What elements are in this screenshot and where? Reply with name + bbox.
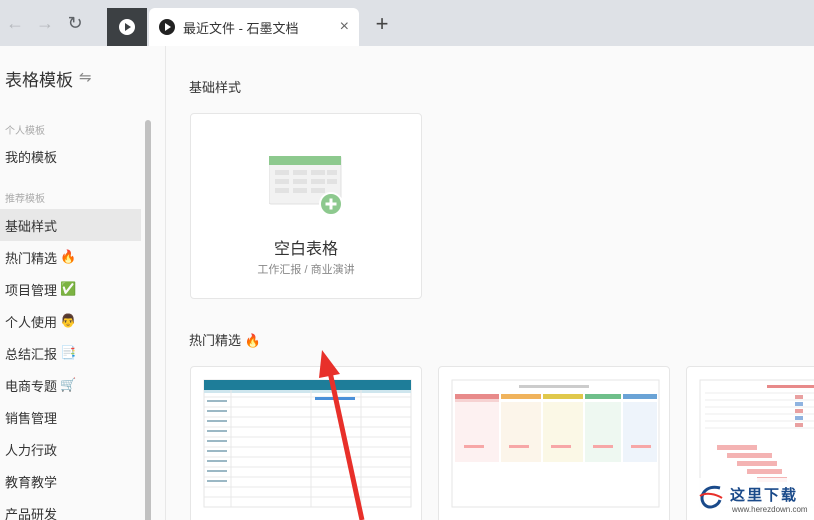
- watermark-text: 这里下载: [730, 486, 799, 504]
- watermark-url: www.herezdown.com: [732, 505, 808, 514]
- watermark-logo-icon: [699, 485, 723, 509]
- red-arrow-annotation: [319, 350, 365, 520]
- site-watermark: 这里下载 www.herezdown.com: [690, 478, 814, 520]
